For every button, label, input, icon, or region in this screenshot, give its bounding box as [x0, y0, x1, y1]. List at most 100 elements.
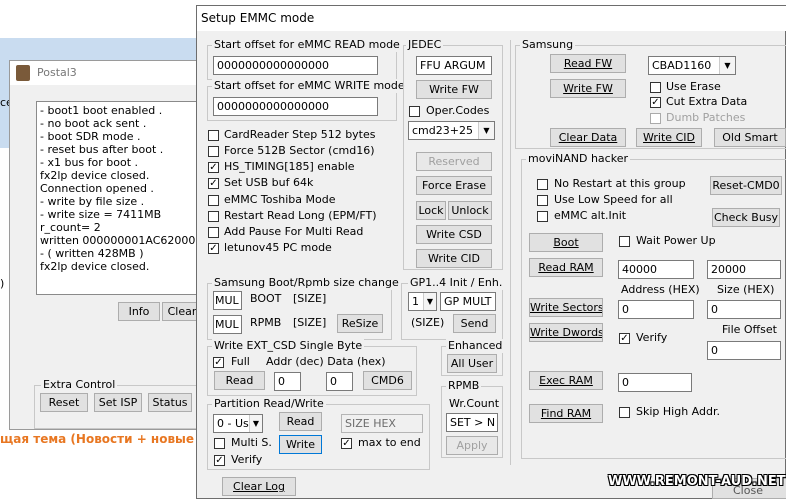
all-user-button[interactable]: All User — [447, 354, 497, 373]
exec-ram-button[interactable]: Exec RAM — [529, 371, 603, 390]
rpmb-mul-input[interactable]: MUL — [213, 315, 242, 334]
samsung-label: Samsung — [520, 38, 576, 52]
ext-csd-addr-input[interactable]: 0 — [274, 372, 301, 391]
multi-s-checkbox[interactable] — [214, 438, 225, 449]
dumb-patches-checkbox — [650, 113, 661, 124]
partition-select[interactable]: 0 - Us ▼ — [213, 414, 263, 433]
use-erase-checkbox[interactable] — [650, 82, 661, 93]
gp-send-button[interactable]: Send — [453, 314, 496, 333]
file-offset-label: File Offset — [722, 323, 777, 336]
postal-titlebar[interactable]: Postal3 — [10, 61, 200, 85]
low-speed-checkbox[interactable] — [537, 195, 548, 206]
full-checkbox[interactable]: ✓ — [213, 357, 224, 368]
exec-ram-input[interactable]: 0 — [618, 373, 692, 392]
reset-cmd0-button[interactable]: Reset-CMD0 — [710, 176, 782, 195]
boot-rpmb-label: Samsung Boot/Rpmb size change — [212, 276, 401, 290]
partition-read-button[interactable]: Read — [279, 412, 322, 431]
samsung-write-fw-button[interactable]: Write FW — [550, 79, 626, 98]
option-restart-read-label: Restart Read Long (EPM/FT) — [224, 209, 377, 222]
check-busy-button[interactable]: Check Busy — [712, 208, 780, 227]
write-dwords-button[interactable]: Write Dwords — [529, 323, 603, 342]
ram-address-input[interactable]: 40000 — [618, 260, 694, 279]
log-line: written 000000001AC62000 — [40, 234, 196, 247]
no-restart-label: No Restart at this group — [554, 177, 686, 190]
boot-mul-input[interactable]: MUL — [213, 291, 242, 310]
unlock-button[interactable]: Unlock — [448, 201, 492, 220]
skip-high-addr-checkbox[interactable] — [619, 407, 630, 418]
partition-write-button[interactable]: Write — [279, 435, 322, 454]
oper-codes-checkbox[interactable] — [409, 106, 420, 117]
cut-extra-data-checkbox[interactable]: ✓ — [650, 97, 661, 108]
find-ram-button[interactable]: Find RAM — [529, 404, 603, 423]
no-restart-checkbox[interactable] — [537, 179, 548, 190]
partition-select-value: 0 - Us — [217, 417, 249, 430]
log-line: fx2lp device closed. — [40, 169, 150, 182]
file-offset-input[interactable]: 0 — [707, 341, 781, 360]
option-restart-read-checkbox[interactable] — [208, 211, 219, 222]
gp-value-input[interactable]: GP MULT — [440, 292, 496, 311]
postal-log[interactable]: - boot1 boot enabled . - no boot ack sen… — [36, 101, 206, 295]
option-add-pause-label: Add Pause For Multi Read — [224, 225, 364, 238]
option-add-pause-checkbox[interactable] — [208, 227, 219, 238]
option-force512-label: Force 512B Sector (cmd16) — [224, 144, 375, 157]
skip-high-addr-label: Skip High Addr. — [636, 405, 720, 418]
jedec-label: JEDEC — [406, 38, 444, 52]
write-csd-button[interactable]: Write CSD — [416, 225, 492, 244]
emmc-alt-init-checkbox[interactable] — [537, 211, 548, 222]
read-offset-input[interactable]: 0000000000000000 — [213, 56, 378, 75]
write-sectors-size-input[interactable]: 0 — [707, 300, 781, 319]
read-fw-button[interactable]: Read FW — [550, 54, 626, 73]
option-usb-buf-checkbox[interactable]: ✓ — [208, 178, 219, 189]
partition-verify-checkbox[interactable]: ✓ — [214, 455, 225, 466]
force-erase-button[interactable]: Force Erase — [416, 176, 492, 195]
old-smart-button[interactable]: Old Smart — [714, 128, 786, 147]
status-button[interactable]: Status — [148, 393, 192, 412]
info-button[interactable]: Info — [118, 302, 160, 321]
boot-button[interactable]: Boot — [529, 233, 603, 252]
gp-select[interactable]: 1 ▼ — [408, 292, 437, 311]
cmd-select[interactable]: cmd23+25 ▼ — [408, 121, 495, 140]
set-n-input[interactable]: SET > N — [446, 413, 498, 432]
chevron-down-icon: ▼ — [719, 57, 735, 74]
size-hex-label: Size (HEX) — [717, 283, 775, 296]
option-letunov-checkbox[interactable]: ✓ — [208, 243, 219, 254]
write-sectors-button[interactable]: Write Sectors — [529, 298, 603, 317]
read-ram-button[interactable]: Read RAM — [529, 258, 603, 277]
ext-csd-read-button[interactable]: Read — [214, 371, 265, 390]
resize-button[interactable]: ReSize — [337, 314, 383, 333]
set-isp-button[interactable]: Set ISP — [94, 393, 142, 412]
log-line: - no boot ack sent . — [40, 117, 147, 130]
option-cardreader-checkbox[interactable] — [208, 130, 219, 141]
low-speed-label: Use Low Speed for all — [554, 193, 673, 206]
background-edge-text-2: ) — [0, 277, 5, 290]
clear-data-button[interactable]: Clear Data — [550, 128, 626, 147]
reset-button[interactable]: Reset — [40, 393, 88, 412]
clear-log-button[interactable]: Clear Log — [222, 477, 296, 496]
extra-control-label: Extra Control — [41, 378, 118, 392]
option-force512-checkbox[interactable] — [208, 146, 219, 157]
write-sectors-addr-input[interactable]: 0 — [618, 300, 694, 319]
wr-count-label: Wr.Count — [449, 397, 500, 410]
option-toshiba-checkbox[interactable] — [208, 195, 219, 206]
max-to-end-checkbox[interactable]: ✓ — [341, 438, 352, 449]
movinand-verify-checkbox[interactable]: ✓ — [619, 333, 630, 344]
lock-button[interactable]: Lock — [416, 201, 446, 220]
fw-select[interactable]: CBAD1160 ▼ — [648, 56, 736, 75]
samsung-write-cid-button[interactable]: Write CID — [636, 128, 702, 147]
write-offset-input[interactable]: 0000000000000000 — [213, 97, 378, 116]
option-hs-timing-checkbox[interactable]: ✓ — [208, 162, 219, 173]
log-line: - boot1 boot enabled . — [40, 104, 163, 117]
jedec-ffu-input[interactable]: FFU ARGUM — [416, 56, 492, 75]
ext-csd-data-input[interactable]: 0 — [326, 372, 353, 391]
read-offset-label: Start offset for eMMC READ mode — [212, 38, 402, 52]
jedec-write-fw-button[interactable]: Write FW — [416, 80, 492, 99]
column-divider — [510, 40, 511, 465]
wait-power-up-checkbox[interactable] — [619, 236, 630, 247]
log-line: - reset bus after boot . — [40, 143, 164, 156]
cmd-select-value: cmd23+25 — [412, 124, 473, 137]
write-cid-button[interactable]: Write CID — [416, 249, 492, 268]
log-line: - write size = 7411MB — [40, 208, 162, 221]
ram-size-input[interactable]: 20000 — [707, 260, 781, 279]
background-orange-text[interactable]: щая тема (Новости + новые ве — [0, 432, 214, 446]
cmd6-button[interactable]: CMD6 — [363, 371, 412, 390]
